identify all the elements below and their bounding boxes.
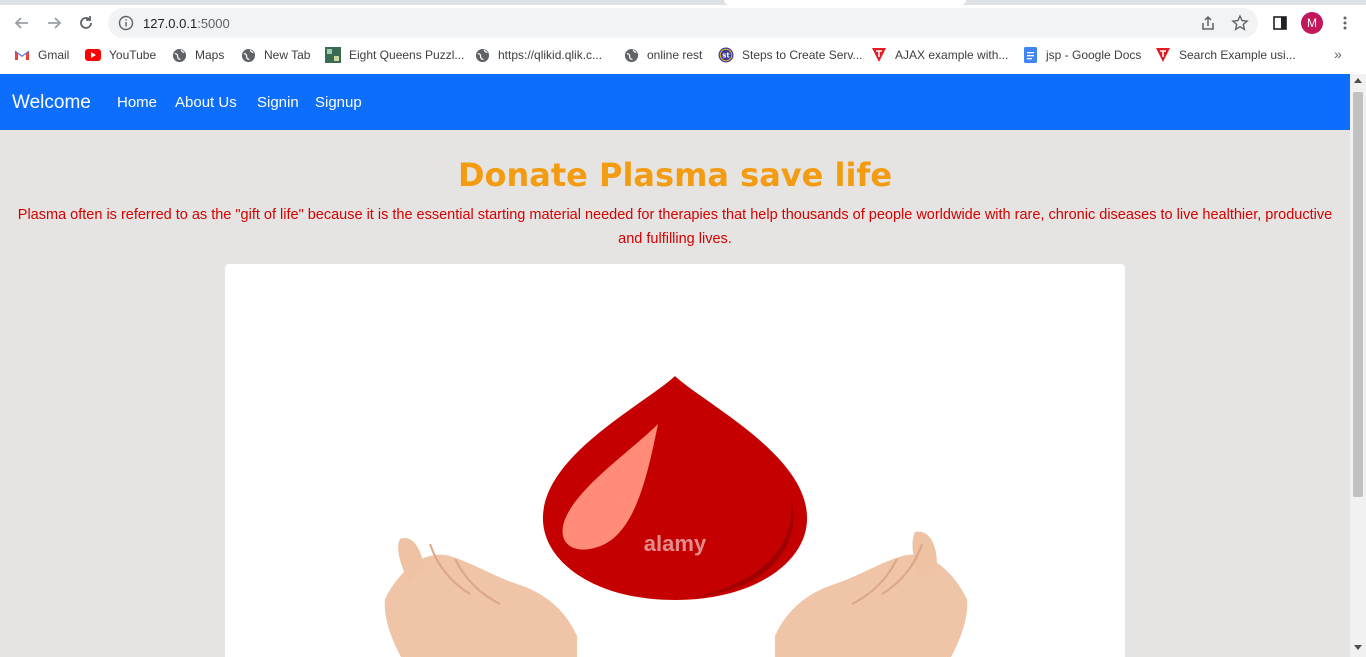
bookmark-qlik[interactable]: https://qlikid.qlik.c... bbox=[474, 46, 602, 64]
scroll-down-arrow-icon[interactable] bbox=[1354, 645, 1362, 650]
browser-menu-button[interactable] bbox=[1331, 9, 1359, 37]
bookmark-label: AJAX example with... bbox=[895, 48, 1009, 62]
bookmark-ajax-example[interactable]: AJAX example with... bbox=[871, 46, 1008, 64]
bookmark-label: Gmail bbox=[38, 48, 70, 62]
docs-icon bbox=[1022, 47, 1038, 63]
page-lead-text: Plasma often is referred to as the "gift… bbox=[17, 207, 1333, 247]
url-host: 127.0.0.1 bbox=[143, 16, 198, 31]
back-button[interactable] bbox=[8, 9, 36, 37]
bookmark-new-tab[interactable]: New Tab bbox=[240, 46, 310, 64]
site-info-icon[interactable] bbox=[118, 15, 134, 31]
nav-link-signin[interactable]: Signin bbox=[257, 94, 299, 111]
navbar-brand[interactable]: Welcome bbox=[12, 92, 91, 114]
address-bar[interactable]: 127.0.0.1:5000 bbox=[108, 8, 1258, 38]
bookmark-star-icon[interactable] bbox=[1231, 14, 1249, 32]
back-arrow-icon bbox=[14, 17, 28, 29]
browser-chrome: 127.0.0.1:5000 M Gmail YouTube Maps New … bbox=[0, 0, 1366, 74]
bookmark-label: New Tab bbox=[264, 48, 311, 62]
globe-icon bbox=[240, 47, 256, 63]
bookmark-label: YouTube bbox=[109, 48, 157, 62]
bookmark-eight-queens[interactable]: Eight Queens Puzzl... bbox=[325, 46, 464, 64]
kebab-menu-icon bbox=[1343, 16, 1347, 30]
youtube-icon bbox=[85, 47, 101, 63]
bookmarks-bar: Gmail YouTube Maps New Tab Eight Queens … bbox=[0, 41, 1366, 69]
side-panel-button[interactable] bbox=[1266, 9, 1294, 37]
share-icon[interactable] bbox=[1199, 14, 1217, 32]
page-viewport: Welcome Home About Us Signin Signup Dona… bbox=[0, 74, 1350, 657]
nav-link-home[interactable]: Home bbox=[117, 94, 157, 111]
forward-arrow-icon bbox=[48, 17, 62, 29]
right-hand-icon bbox=[775, 531, 968, 657]
bookmark-maps[interactable]: Maps bbox=[171, 46, 224, 64]
globe-icon bbox=[171, 47, 187, 63]
bookmark-label: Search Example usi... bbox=[1179, 48, 1296, 62]
bookmarks-overflow-button[interactable]: » bbox=[1334, 46, 1342, 62]
bookmark-gmail[interactable]: Gmail bbox=[14, 46, 69, 64]
bookmark-steps-create[interactable]: st Steps to Create Serv... bbox=[718, 46, 863, 64]
profile-avatar[interactable]: M bbox=[1301, 12, 1323, 34]
bookmark-search-example[interactable]: Search Example usi... bbox=[1155, 46, 1296, 64]
scrollbar-thumb[interactable] bbox=[1353, 92, 1363, 497]
gmail-icon bbox=[14, 47, 30, 63]
blood-drop-icon bbox=[542, 376, 808, 600]
scroll-up-arrow-icon[interactable] bbox=[1354, 78, 1362, 83]
url-port: :5000 bbox=[197, 16, 230, 31]
bookmark-label: Eight Queens Puzzl... bbox=[349, 48, 465, 62]
image-icon bbox=[325, 47, 341, 63]
side-panel-icon bbox=[1273, 16, 1287, 30]
site-navbar: Welcome Home About Us Signin Signup bbox=[0, 74, 1350, 130]
bookmark-label: Steps to Create Serv... bbox=[742, 48, 863, 62]
reload-button[interactable] bbox=[72, 9, 100, 37]
reload-icon bbox=[80, 16, 92, 29]
bookmark-online-rest[interactable]: online rest bbox=[623, 46, 702, 64]
image-card: alamy bbox=[225, 264, 1125, 657]
left-hand-icon bbox=[384, 538, 577, 657]
t-logo-icon bbox=[1155, 47, 1171, 63]
t-logo-icon bbox=[871, 47, 887, 63]
bookmark-youtube[interactable]: YouTube bbox=[85, 46, 156, 64]
svg-text:st: st bbox=[722, 52, 730, 60]
url-text[interactable]: 127.0.0.1:5000 bbox=[143, 16, 230, 31]
forward-button[interactable] bbox=[40, 9, 68, 37]
bookmark-label: online rest bbox=[647, 48, 703, 62]
globe-icon bbox=[623, 47, 639, 63]
bookmark-label: https://qlikid.qlik.c... bbox=[498, 48, 603, 62]
bookmark-label: Maps bbox=[195, 48, 225, 62]
page-title: Donate Plasma save life bbox=[457, 156, 893, 194]
nav-link-about-us[interactable]: About Us bbox=[175, 94, 237, 111]
bookmark-label: jsp - Google Docs bbox=[1046, 48, 1142, 62]
page-scrollbar[interactable] bbox=[1350, 74, 1366, 657]
bookmark-jsp-docs[interactable]: jsp - Google Docs bbox=[1022, 46, 1141, 64]
plasma-donation-illustration: alamy bbox=[384, 376, 968, 657]
st-icon: st bbox=[718, 47, 734, 63]
nav-link-signup[interactable]: Signup bbox=[315, 94, 362, 111]
browser-toolbar: 127.0.0.1:5000 M bbox=[0, 5, 1366, 41]
globe-icon bbox=[474, 47, 490, 63]
image-watermark: alamy bbox=[644, 531, 707, 556]
